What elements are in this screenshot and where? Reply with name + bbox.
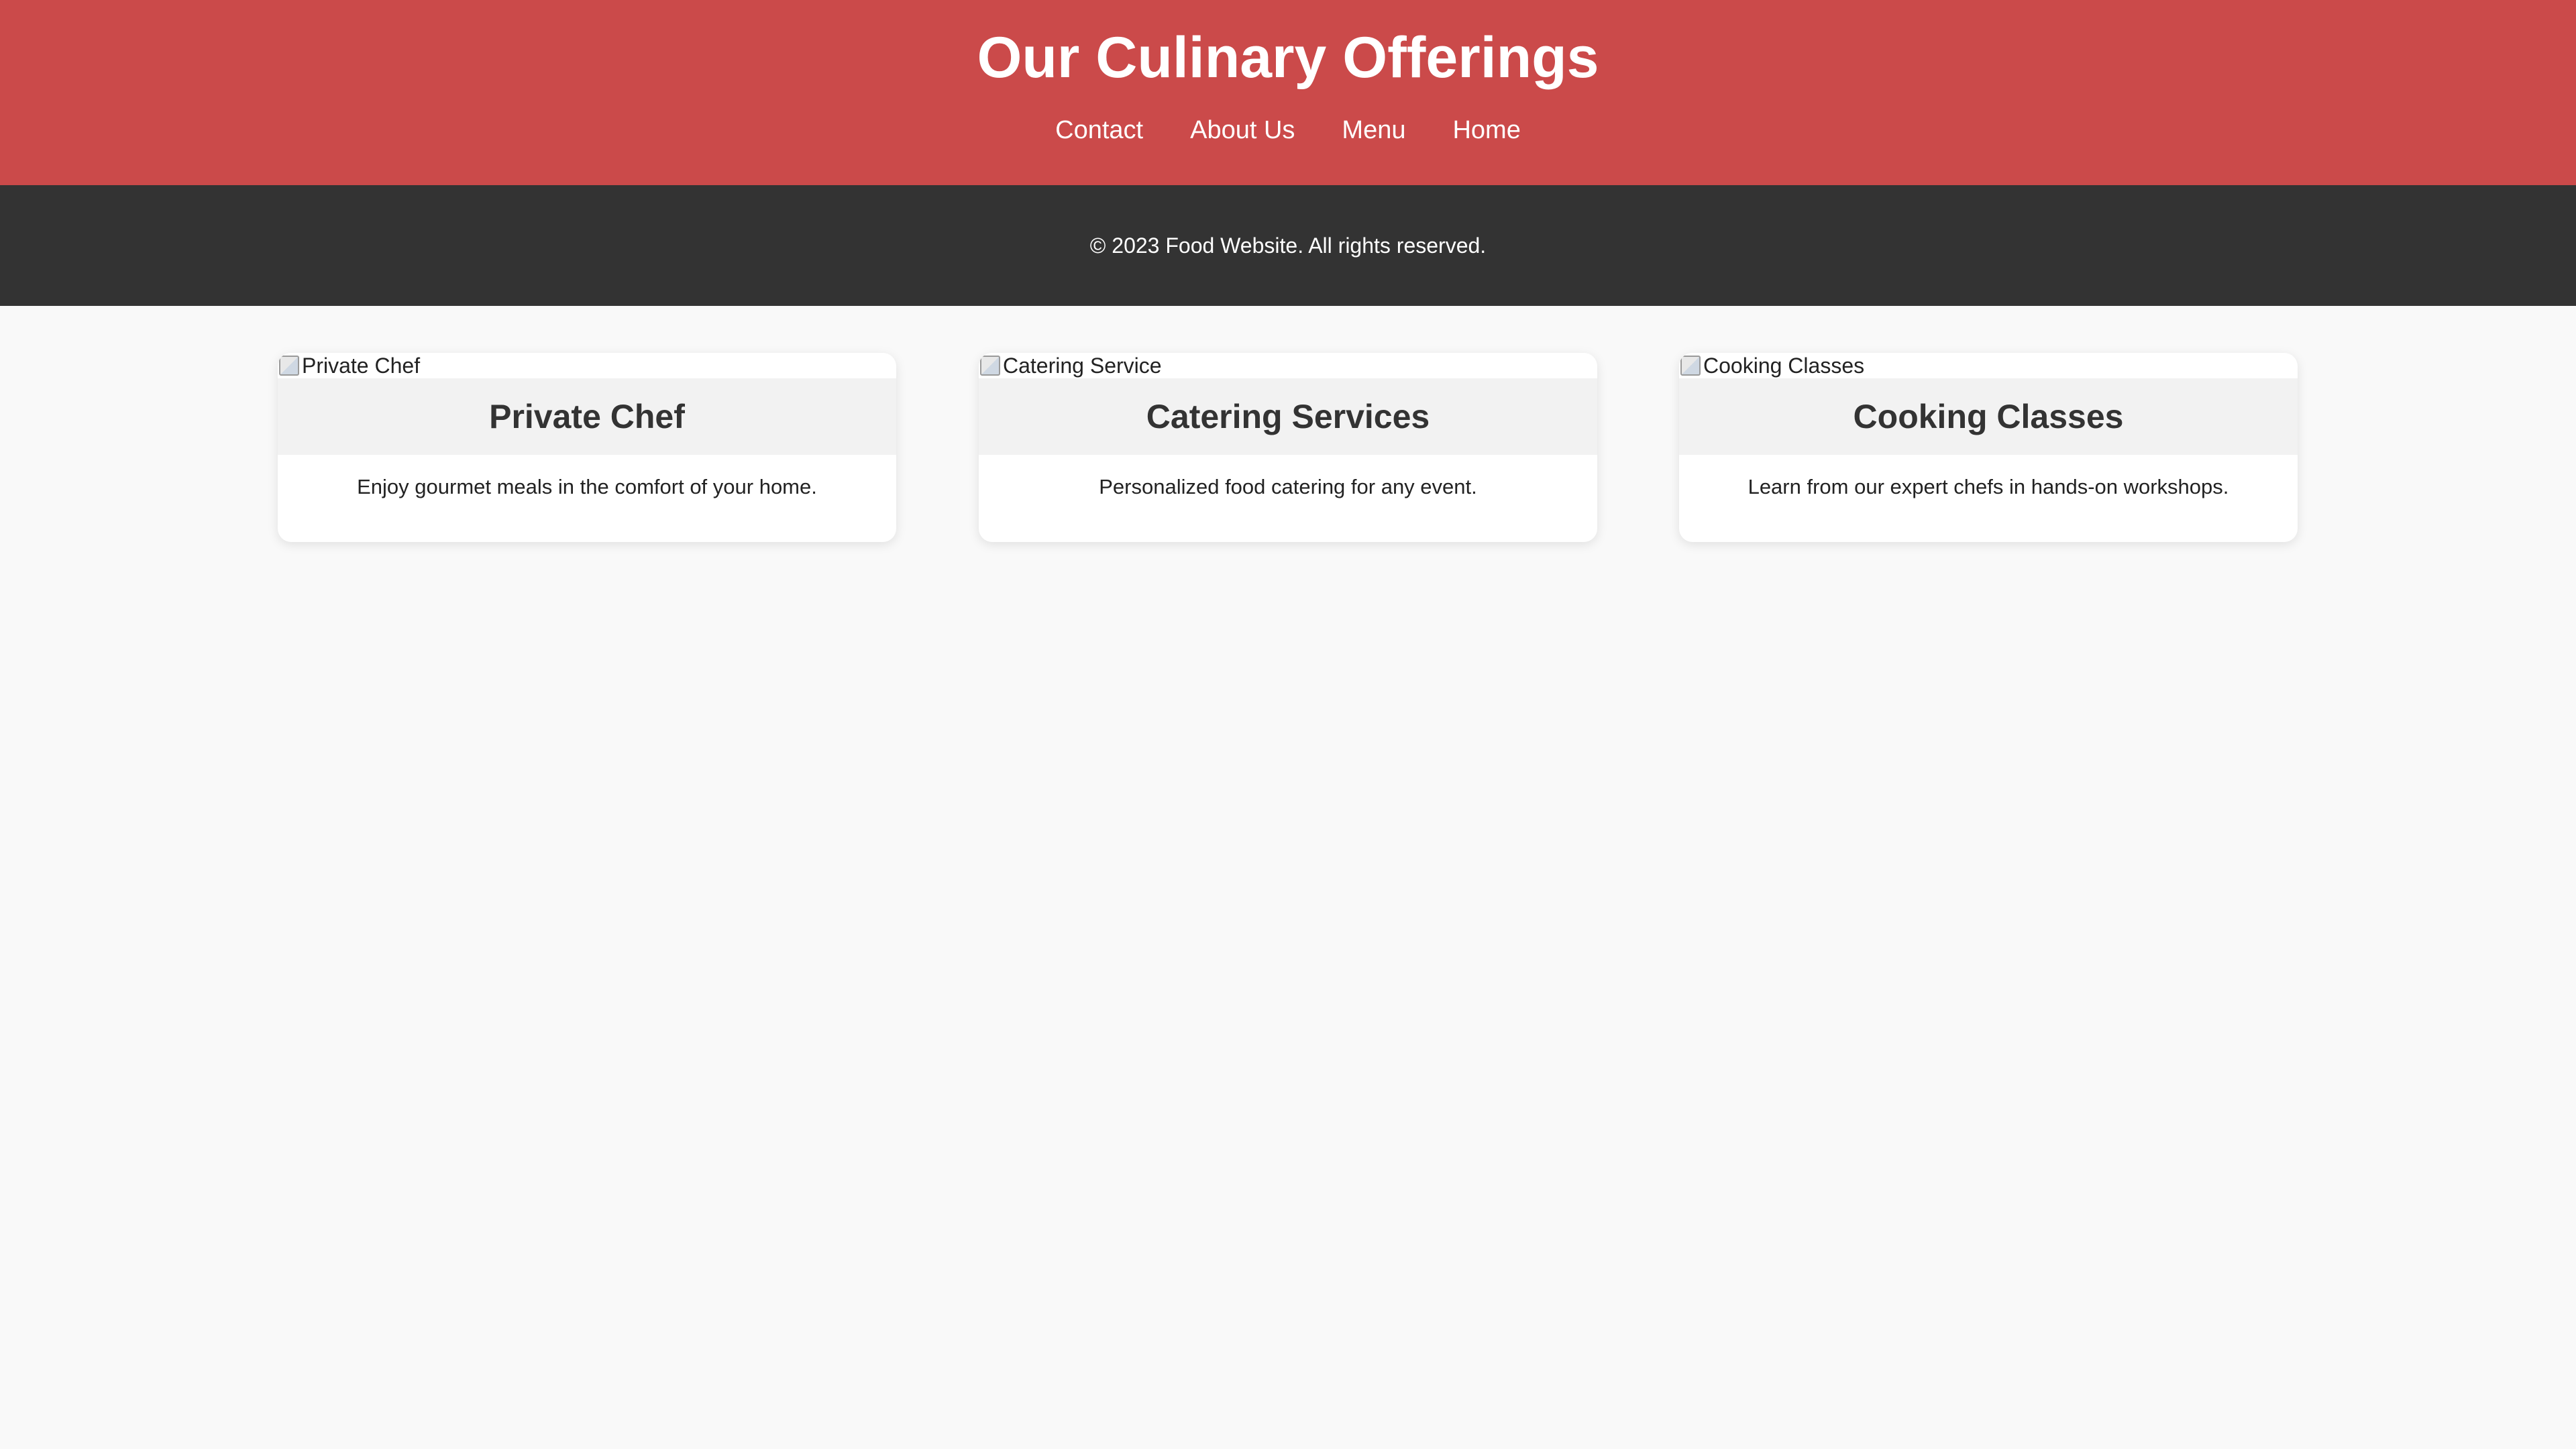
card-description: Personalized food catering for any event… (1099, 475, 1477, 498)
card-image: Cooking Classes (1679, 353, 2298, 378)
offerings-grid: Private Chef Private Chef Enjoy gourmet … (0, 306, 2576, 977)
nav-link-home[interactable]: Home (1452, 115, 1520, 145)
card-cooking-classes[interactable]: Cooking Classes Cooking Classes Learn fr… (1679, 353, 2298, 542)
card-title: Cooking Classes (1853, 398, 2124, 435)
broken-image-icon (279, 356, 299, 376)
card-image: Private Chef (278, 353, 896, 378)
card-private-chef[interactable]: Private Chef Private Chef Enjoy gourmet … (278, 353, 896, 542)
card-catering-services[interactable]: Catering Service Catering Services Perso… (979, 353, 1597, 542)
page-title: Our Culinary Offerings (977, 25, 1599, 90)
card-title: Private Chef (489, 398, 685, 435)
card-description: Enjoy gourmet meals in the comfort of yo… (357, 475, 817, 498)
broken-image-icon (980, 356, 1000, 376)
card-description: Learn from our expert chefs in hands-on … (1748, 475, 2229, 498)
card-image-alt-text: Private Chef (302, 354, 421, 378)
site-footer: © 2023 Food Website. All rights reserved… (0, 185, 2576, 306)
nav-link-about-us[interactable]: About Us (1190, 115, 1295, 145)
card-title-bar: Catering Services (979, 378, 1597, 455)
card-title-bar: Private Chef (278, 378, 896, 455)
broken-image-icon (1680, 356, 1701, 376)
card-image-alt-text: Cooking Classes (1703, 354, 1865, 378)
main-nav: Contact About Us Menu Home (0, 115, 2576, 145)
card-image: Catering Service (979, 353, 1597, 378)
copyright-text: © 2023 Food Website. All rights reserved… (1089, 233, 1487, 258)
card-title-bar: Cooking Classes (1679, 378, 2298, 455)
nav-link-menu[interactable]: Menu (1342, 115, 1405, 145)
nav-link-contact[interactable]: Contact (1055, 115, 1143, 145)
site-header: Our Culinary Offerings Contact About Us … (0, 0, 2576, 185)
card-title: Catering Services (1146, 398, 1430, 435)
card-image-alt-text: Catering Service (1003, 354, 1162, 378)
